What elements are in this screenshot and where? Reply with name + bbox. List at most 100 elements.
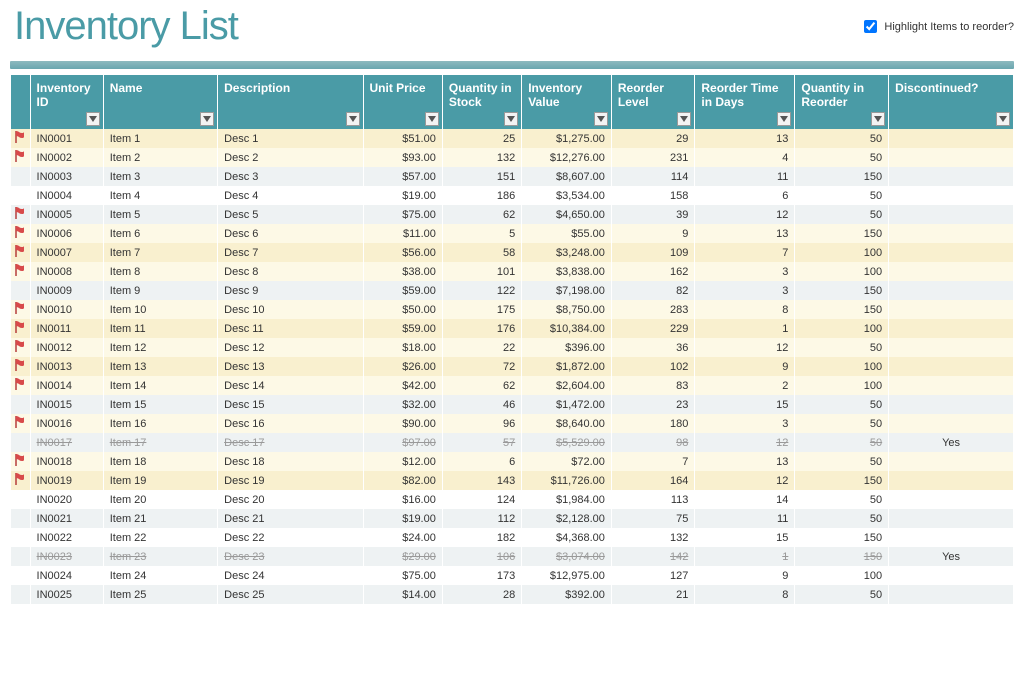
cell-qty-reorder[interactable]: 50 bbox=[795, 186, 888, 205]
cell-name[interactable]: Item 9 bbox=[104, 281, 217, 300]
filter-button[interactable] bbox=[504, 112, 518, 126]
cell-unit-price[interactable]: $57.00 bbox=[364, 167, 442, 186]
cell-inventory-value[interactable]: $3,248.00 bbox=[522, 243, 611, 262]
cell-discontinued[interactable] bbox=[889, 281, 1013, 300]
cell-qty-reorder[interactable]: 100 bbox=[795, 357, 888, 376]
cell-inventory-value[interactable]: $4,650.00 bbox=[522, 205, 611, 224]
flag-cell[interactable] bbox=[11, 205, 30, 224]
cell-description[interactable]: Desc 19 bbox=[218, 471, 362, 490]
cell-inventory-value[interactable]: $3,534.00 bbox=[522, 186, 611, 205]
cell-name[interactable]: Item 12 bbox=[104, 338, 217, 357]
table-row[interactable]: IN0010Item 10Desc 10$50.00175$8,750.0028… bbox=[11, 300, 1013, 319]
cell-qty-stock[interactable]: 132 bbox=[443, 148, 521, 167]
cell-unit-price[interactable]: $19.00 bbox=[364, 186, 442, 205]
cell-description[interactable]: Desc 13 bbox=[218, 357, 362, 376]
cell-qty-reorder[interactable]: 150 bbox=[795, 528, 888, 547]
cell-reorder-time[interactable]: 6 bbox=[695, 186, 794, 205]
cell-qty-reorder[interactable]: 50 bbox=[795, 338, 888, 357]
table-row[interactable]: IN0016Item 16Desc 16$90.0096$8,640.00180… bbox=[11, 414, 1013, 433]
cell-unit-price[interactable]: $97.00 bbox=[364, 433, 442, 452]
cell-description[interactable]: Desc 16 bbox=[218, 414, 362, 433]
cell-unit-price[interactable]: $12.00 bbox=[364, 452, 442, 471]
cell-inventory-id[interactable]: IN0001 bbox=[31, 129, 103, 148]
header-discontinued[interactable]: Discontinued? bbox=[889, 75, 1013, 129]
cell-description[interactable]: Desc 3 bbox=[218, 167, 362, 186]
cell-reorder-level[interactable]: 29 bbox=[612, 129, 694, 148]
cell-reorder-level[interactable]: 164 bbox=[612, 471, 694, 490]
cell-qty-stock[interactable]: 106 bbox=[443, 547, 521, 566]
cell-inventory-value[interactable]: $392.00 bbox=[522, 585, 611, 604]
cell-discontinued[interactable] bbox=[889, 338, 1013, 357]
cell-name[interactable]: Item 10 bbox=[104, 300, 217, 319]
cell-inventory-value[interactable]: $11,726.00 bbox=[522, 471, 611, 490]
cell-inventory-id[interactable]: IN0012 bbox=[31, 338, 103, 357]
cell-unit-price[interactable]: $26.00 bbox=[364, 357, 442, 376]
filter-button[interactable] bbox=[871, 112, 885, 126]
cell-qty-reorder[interactable]: 150 bbox=[795, 281, 888, 300]
flag-cell[interactable] bbox=[11, 338, 30, 357]
table-row[interactable]: IN0019Item 19Desc 19$82.00143$11,726.001… bbox=[11, 471, 1013, 490]
cell-name[interactable]: Item 19 bbox=[104, 471, 217, 490]
cell-inventory-value[interactable]: $1,275.00 bbox=[522, 129, 611, 148]
cell-reorder-time[interactable]: 8 bbox=[695, 585, 794, 604]
cell-discontinued[interactable] bbox=[889, 167, 1013, 186]
flag-cell[interactable] bbox=[11, 243, 30, 262]
cell-discontinued[interactable] bbox=[889, 357, 1013, 376]
cell-reorder-level[interactable]: 158 bbox=[612, 186, 694, 205]
cell-description[interactable]: Desc 25 bbox=[218, 585, 362, 604]
cell-reorder-time[interactable]: 14 bbox=[695, 490, 794, 509]
cell-inventory-value[interactable]: $8,607.00 bbox=[522, 167, 611, 186]
table-row[interactable]: IN0024Item 24Desc 24$75.00173$12,975.001… bbox=[11, 566, 1013, 585]
cell-inventory-id[interactable]: IN0004 bbox=[31, 186, 103, 205]
table-row[interactable]: IN0025Item 25Desc 25$14.0028$392.0021850 bbox=[11, 585, 1013, 604]
table-row[interactable]: IN0014Item 14Desc 14$42.0062$2,604.00832… bbox=[11, 376, 1013, 395]
table-row[interactable]: IN0006Item 6Desc 6$11.005$55.00913150 bbox=[11, 224, 1013, 243]
cell-qty-reorder[interactable]: 150 bbox=[795, 167, 888, 186]
cell-inventory-id[interactable]: IN0009 bbox=[31, 281, 103, 300]
cell-reorder-level[interactable]: 113 bbox=[612, 490, 694, 509]
cell-reorder-level[interactable]: 180 bbox=[612, 414, 694, 433]
cell-inventory-id[interactable]: IN0014 bbox=[31, 376, 103, 395]
cell-qty-reorder[interactable]: 150 bbox=[795, 224, 888, 243]
cell-inventory-id[interactable]: IN0015 bbox=[31, 395, 103, 414]
cell-reorder-time[interactable]: 3 bbox=[695, 262, 794, 281]
cell-qty-stock[interactable]: 57 bbox=[443, 433, 521, 452]
cell-inventory-id[interactable]: IN0013 bbox=[31, 357, 103, 376]
cell-qty-stock[interactable]: 72 bbox=[443, 357, 521, 376]
cell-reorder-time[interactable]: 9 bbox=[695, 357, 794, 376]
cell-inventory-value[interactable]: $3,838.00 bbox=[522, 262, 611, 281]
cell-reorder-time[interactable]: 11 bbox=[695, 167, 794, 186]
cell-qty-reorder[interactable]: 150 bbox=[795, 300, 888, 319]
cell-qty-reorder[interactable]: 50 bbox=[795, 509, 888, 528]
cell-reorder-time[interactable]: 3 bbox=[695, 281, 794, 300]
cell-reorder-time[interactable]: 12 bbox=[695, 338, 794, 357]
cell-discontinued[interactable] bbox=[889, 414, 1013, 433]
cell-reorder-level[interactable]: 98 bbox=[612, 433, 694, 452]
cell-unit-price[interactable]: $24.00 bbox=[364, 528, 442, 547]
cell-discontinued[interactable] bbox=[889, 452, 1013, 471]
filter-button[interactable] bbox=[594, 112, 608, 126]
cell-qty-stock[interactable]: 62 bbox=[443, 205, 521, 224]
cell-qty-stock[interactable]: 176 bbox=[443, 319, 521, 338]
cell-qty-reorder[interactable]: 100 bbox=[795, 243, 888, 262]
table-row[interactable]: IN0001Item 1Desc 1$51.0025$1,275.0029135… bbox=[11, 129, 1013, 148]
cell-description[interactable]: Desc 5 bbox=[218, 205, 362, 224]
cell-discontinued[interactable]: Yes bbox=[889, 547, 1013, 566]
cell-reorder-time[interactable]: 13 bbox=[695, 224, 794, 243]
cell-qty-stock[interactable]: 101 bbox=[443, 262, 521, 281]
cell-name[interactable]: Item 1 bbox=[104, 129, 217, 148]
cell-description[interactable]: Desc 17 bbox=[218, 433, 362, 452]
cell-unit-price[interactable]: $56.00 bbox=[364, 243, 442, 262]
cell-name[interactable]: Item 5 bbox=[104, 205, 217, 224]
cell-discontinued[interactable] bbox=[889, 319, 1013, 338]
table-row[interactable]: IN0007Item 7Desc 7$56.0058$3,248.0010971… bbox=[11, 243, 1013, 262]
cell-inventory-value[interactable]: $2,604.00 bbox=[522, 376, 611, 395]
table-row[interactable]: IN0013Item 13Desc 13$26.0072$1,872.00102… bbox=[11, 357, 1013, 376]
cell-unit-price[interactable]: $38.00 bbox=[364, 262, 442, 281]
cell-unit-price[interactable]: $14.00 bbox=[364, 585, 442, 604]
cell-qty-stock[interactable]: 22 bbox=[443, 338, 521, 357]
cell-inventory-value[interactable]: $8,750.00 bbox=[522, 300, 611, 319]
cell-discontinued[interactable] bbox=[889, 129, 1013, 148]
cell-inventory-id[interactable]: IN0010 bbox=[31, 300, 103, 319]
header-description[interactable]: Description bbox=[218, 75, 362, 129]
